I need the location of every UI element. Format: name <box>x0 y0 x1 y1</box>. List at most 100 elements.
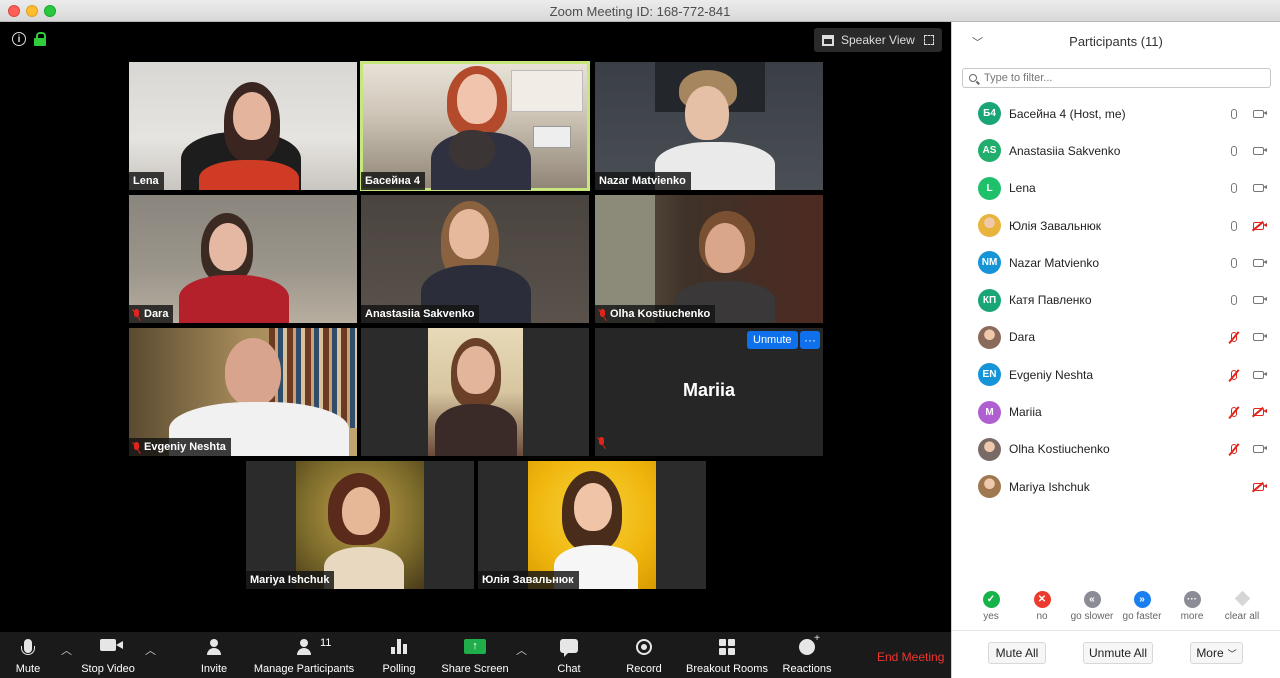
feedback-go-faster-button[interactable]: » go faster <box>1117 590 1167 622</box>
feedback-clear-all-button[interactable]: clear all <box>1217 590 1267 622</box>
participant-row[interactable]: L Lena <box>952 170 1280 207</box>
participant-name: Nazar Matvienko <box>1009 255 1100 270</box>
chevron-down-icon: ﹀ <box>1227 648 1237 659</box>
mute-button[interactable]: Mute <box>10 632 46 678</box>
video-tile-evgeniy[interactable]: Evgeniy Neshta <box>129 328 357 456</box>
participant-row[interactable]: Dara <box>952 319 1280 356</box>
video-tile-portrait[interactable] <box>361 328 589 456</box>
video-tile-nazar[interactable]: Nazar Matvienko <box>595 62 823 190</box>
feedback-no-icon: ✕ <box>1033 591 1051 608</box>
curtain-shape <box>595 195 655 323</box>
video-tile-mariia[interactable]: Mariia Unmute ··· <box>595 328 823 456</box>
muted-mic-icon <box>133 308 140 320</box>
video-camera-icon <box>1253 184 1267 193</box>
face-shape <box>449 209 489 259</box>
face-shape <box>233 92 271 140</box>
participant-filter-field[interactable] <box>962 68 1271 88</box>
participant-row[interactable]: Юлія Завальнюк <box>952 207 1280 244</box>
participant-row[interactable]: M Mariia <box>952 393 1280 430</box>
feedback-no-button[interactable]: ✕ no <box>1017 590 1067 622</box>
participant-row[interactable]: КП Катя Павленко <box>952 281 1280 318</box>
face-shape <box>342 487 380 535</box>
stop-video-label: Stop Video <box>81 663 135 675</box>
video-options-chevron[interactable]: ︿ <box>145 642 156 658</box>
video-tile-lena[interactable]: Lena <box>129 62 357 190</box>
torso-shape <box>199 160 299 190</box>
participant-row[interactable]: Б4 Басейна 4 (Host, me) <box>952 95 1280 132</box>
reactions-button[interactable]: Reactions <box>780 632 834 678</box>
video-tile-host[interactable]: Басейна 4 <box>360 61 590 191</box>
participant-row[interactable]: NM Nazar Matvienko <box>952 244 1280 281</box>
video-camera-icon <box>1253 296 1267 305</box>
breakout-rooms-button[interactable]: Breakout Rooms <box>684 632 770 678</box>
share-options-chevron[interactable]: ︿ <box>516 642 527 658</box>
unmute-all-button[interactable]: Unmute All <box>1083 642 1153 664</box>
muted-mic-icon <box>599 308 606 320</box>
feedback-label: no <box>1036 611 1048 622</box>
cat-shape <box>449 130 495 170</box>
video-tile-mariya[interactable]: Mariya Ishchuk <box>246 461 474 589</box>
invite-button[interactable]: Invite <box>196 632 232 678</box>
participant-row[interactable]: Mariya Ishchuk <box>952 468 1280 505</box>
chat-button[interactable]: Chat <box>552 632 586 678</box>
torso-shape <box>179 275 289 323</box>
share-screen-button[interactable]: ↑ Share Screen <box>440 632 510 678</box>
video-camera-icon <box>1253 370 1267 379</box>
avatar <box>978 214 1001 238</box>
tile-name-label: Mariya Ishchuk <box>246 571 335 589</box>
more-options-button[interactable]: More ﹀ <box>1190 642 1243 664</box>
participant-name: Катя Павленко <box>1009 293 1092 308</box>
fullscreen-button[interactable] <box>916 28 942 52</box>
participant-filter-input[interactable] <box>982 71 1270 85</box>
stop-video-button[interactable]: Stop Video <box>78 632 138 678</box>
manage-participants-button[interactable]: Manage Participants <box>252 632 356 678</box>
mute-all-button[interactable]: Mute All <box>988 642 1046 664</box>
video-tile-yulia[interactable]: Юлія Завальнюк <box>478 461 706 589</box>
video-camera-icon <box>1253 258 1267 267</box>
feedback-yes-button[interactable]: ✓ yes <box>966 590 1016 622</box>
feedback-label: clear all <box>1224 611 1260 622</box>
microphone-icon <box>1231 108 1237 119</box>
polling-button[interactable]: Polling <box>380 632 418 678</box>
tile-name-label: Nazar Matvienko <box>595 172 691 190</box>
video-off-icon <box>1253 221 1267 230</box>
end-meeting-button[interactable]: End Meeting <box>877 650 944 664</box>
tile-more-button[interactable]: ··· <box>800 331 820 349</box>
video-camera-icon <box>1253 109 1267 118</box>
video-tile-anastasiia[interactable]: Anastasiia Sakvenko <box>361 195 589 323</box>
audio-options-chevron[interactable]: ︿ <box>61 642 72 658</box>
participant-row[interactable]: Olha Kostiuchenko <box>952 431 1280 468</box>
video-tile-dara[interactable]: Dara <box>129 195 357 323</box>
meeting-info-icons: i <box>12 32 46 46</box>
participant-name: Evgeniy Neshta <box>1009 367 1094 382</box>
participant-name: Юлія Завальнюк <box>1009 218 1102 233</box>
face-shape <box>457 74 497 124</box>
participant-row[interactable]: AS Anastasiia Sakvenko <box>952 132 1280 169</box>
feedback-label: yes <box>983 611 999 622</box>
info-icon[interactable]: i <box>12 32 26 46</box>
face-shape <box>574 483 612 531</box>
video-camera-icon <box>1253 146 1267 155</box>
participant-name: Mariya Ishchuk <box>1009 479 1090 494</box>
record-button[interactable]: Record <box>624 632 664 678</box>
participant-name: Mariia <box>1009 405 1042 420</box>
microphone-icon <box>1231 220 1237 231</box>
poll-bars-icon <box>391 639 407 654</box>
video-tile-olha[interactable]: Olha Kostiuchenko <box>595 195 823 323</box>
feedback-go-slower-button[interactable]: « go slower <box>1067 590 1117 622</box>
speaker-view-label: Speaker View <box>841 33 915 47</box>
tile-name-label: Басейна 4 <box>361 172 425 190</box>
manage-participants-label: Manage Participants <box>253 663 355 675</box>
participant-list: Б4 Басейна 4 (Host, me) AS Anastasiia Sakve… <box>952 95 1280 505</box>
meeting-toolbar: Mute ︿ Stop Video ︿ Invite Manage Partic… <box>0 632 951 678</box>
participant-row[interactable]: EN Evgeniy Neshta <box>952 356 1280 393</box>
record-icon <box>636 639 652 655</box>
ask-unmute-button[interactable]: Unmute <box>747 331 798 349</box>
speaker-view-button[interactable]: Speaker View <box>814 28 923 52</box>
mute-label: Mute <box>15 663 41 675</box>
more-label: More <box>1196 646 1224 660</box>
feedback-more-button[interactable]: ··· more <box>1167 590 1217 622</box>
torso-shape <box>435 404 517 456</box>
lock-icon[interactable] <box>34 32 46 46</box>
video-camera-icon <box>1253 333 1267 342</box>
